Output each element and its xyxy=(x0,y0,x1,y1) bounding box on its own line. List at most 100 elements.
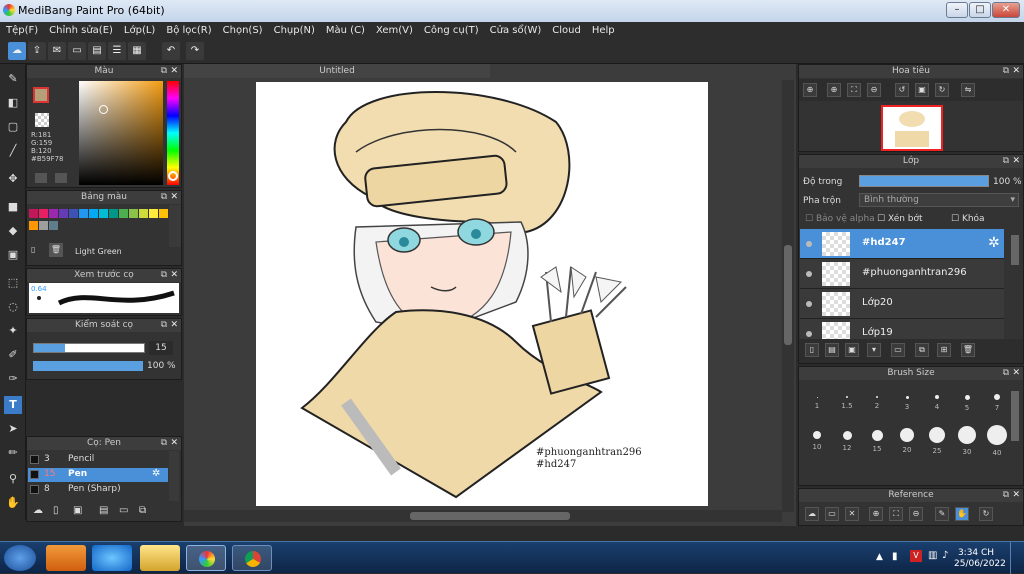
actual-size-icon[interactable]: ▣ xyxy=(915,83,929,97)
brush-size-option[interactable]: 1 xyxy=(805,385,829,410)
transparent-color[interactable] xyxy=(35,113,49,127)
brush-copy-icon[interactable]: ▤ xyxy=(99,505,108,516)
foreground-color[interactable] xyxy=(33,87,49,103)
maximize-button[interactable]: □ xyxy=(969,2,991,18)
lock-checkbox[interactable]: ☐ Khóa xyxy=(951,214,985,224)
eyedropper-icon[interactable]: ⚲ xyxy=(4,470,22,488)
layer-opacity-slider[interactable] xyxy=(859,175,989,187)
brush-size-option[interactable]: 20 xyxy=(895,425,919,454)
hue-slider[interactable] xyxy=(167,81,179,185)
duplicate-layer-icon[interactable]: ⧉ xyxy=(915,343,929,357)
internet-explorer-icon[interactable] xyxy=(92,545,132,571)
reference-dropper-icon[interactable]: ✎ xyxy=(935,507,949,521)
menu-file[interactable]: Tệp(F) xyxy=(0,22,43,36)
new-layer-icon[interactable]: ▯ xyxy=(805,343,819,357)
brush-size-option[interactable]: 25 xyxy=(925,425,949,455)
menu-color[interactable]: Màu (C) xyxy=(320,22,370,36)
brush-settings-icon[interactable]: ✲ xyxy=(152,468,160,479)
visibility-icon[interactable] xyxy=(806,271,812,277)
file-explorer-icon[interactable] xyxy=(140,545,180,571)
palette-new-icon[interactable]: ▯ xyxy=(31,245,35,254)
reference-zoom-out-icon[interactable]: ⊖ xyxy=(909,507,923,521)
protect-alpha-checkbox[interactable]: ☐ Bảo vệ alpha xyxy=(805,214,875,224)
zoom-out-icon[interactable]: ⊖ xyxy=(867,83,881,97)
layer-item[interactable]: Lớp20 xyxy=(800,289,1004,319)
brush-size-scrollbar[interactable] xyxy=(1009,383,1021,483)
horizontal-scrollbar[interactable] xyxy=(184,510,782,522)
menu-tools[interactable]: Công cụ(T) xyxy=(418,22,484,36)
select-rect-icon[interactable]: ⬚ xyxy=(4,274,22,292)
brush-cloud-icon[interactable]: ☁ xyxy=(33,505,43,516)
color-swatch[interactable] xyxy=(39,209,48,218)
dropper-icon[interactable]: ✏ xyxy=(4,444,22,462)
color-swatch[interactable] xyxy=(29,221,38,230)
visibility-icon[interactable] xyxy=(806,331,812,337)
saturation-picker[interactable] xyxy=(79,81,163,185)
reference-fit-icon[interactable]: ⛶ xyxy=(889,507,903,521)
operation-icon[interactable]: ➤ xyxy=(4,420,22,438)
brush-new-icon[interactable]: ▯ xyxy=(53,505,59,516)
minimize-button[interactable]: – xyxy=(946,2,968,18)
undo-icon[interactable]: ↶ xyxy=(162,42,180,60)
close-button[interactable]: ✕ xyxy=(992,2,1020,18)
grid-icon[interactable]: ▦ xyxy=(128,42,146,60)
clipping-checkbox[interactable]: ☐ Xén bớt xyxy=(877,214,923,224)
brush-size-slider[interactable] xyxy=(33,343,145,353)
layer-item[interactable]: #phuonganhtran296 xyxy=(800,259,1004,289)
text-icon[interactable]: T xyxy=(4,396,22,414)
new-halftone-layer-icon[interactable]: ▤ xyxy=(825,343,839,357)
brush-item-pencil[interactable]: 3 Pencil xyxy=(28,453,168,467)
palette-delete-icon[interactable]: 🗑 xyxy=(49,243,63,257)
upload-icon[interactable]: ⇪ xyxy=(28,42,46,60)
color-swatch[interactable] xyxy=(39,221,48,230)
tray-network-icon[interactable]: ▥ xyxy=(928,550,937,561)
reference-cloud-icon[interactable]: ☁ xyxy=(805,507,819,521)
fill-rect-icon[interactable]: ■ xyxy=(4,198,22,216)
bucket-icon[interactable]: ◆ xyxy=(4,222,22,240)
brush-size-option[interactable]: 10 xyxy=(805,425,829,451)
reference-rotate-icon[interactable]: ↻ xyxy=(979,507,993,521)
color-swatch[interactable] xyxy=(49,209,58,218)
palette-scrollbar[interactable] xyxy=(169,205,181,247)
visibility-icon[interactable] xyxy=(806,301,812,307)
color-swatch[interactable] xyxy=(59,209,68,218)
select-eraser-icon[interactable]: ✑ xyxy=(4,370,22,388)
layer-folder-icon[interactable]: ▭ xyxy=(891,343,905,357)
layer-item[interactable]: Lớp19 xyxy=(800,319,1004,339)
menu-filter[interactable]: Bộ lọc(R) xyxy=(160,22,216,36)
menu-layer[interactable]: Lớp(L) xyxy=(118,22,160,36)
zoom-in-icon[interactable]: ⊕ xyxy=(803,83,817,97)
brush-size-value[interactable]: 15 xyxy=(149,341,173,355)
menu-view[interactable]: Xem(V) xyxy=(370,22,418,36)
cloud-icon[interactable]: ☁ xyxy=(8,42,26,60)
color-swatch[interactable] xyxy=(109,209,118,218)
menu-window[interactable]: Cửa sổ(W) xyxy=(484,22,547,36)
chat-icon[interactable]: ▭ xyxy=(68,42,86,60)
media-player-icon[interactable] xyxy=(46,545,86,571)
reference-hand-icon[interactable]: ✋ xyxy=(955,507,969,521)
brush-duplicate-icon[interactable]: ⧉ xyxy=(139,505,146,516)
color-swatch[interactable] xyxy=(29,209,38,218)
blend-mode-select[interactable]: Bình thường ▾ xyxy=(859,193,1019,207)
palette-sub-icon[interactable] xyxy=(55,173,67,183)
brush-size-option[interactable]: 5 xyxy=(955,385,979,412)
redo-icon[interactable]: ↷ xyxy=(186,42,204,60)
vertical-scrollbar[interactable] xyxy=(782,80,794,512)
navigator-thumbnail[interactable] xyxy=(881,105,943,151)
delete-layer-icon[interactable]: 🗑 xyxy=(961,343,975,357)
tray-antivirus-icon[interactable]: V xyxy=(910,550,922,562)
medibang-taskbar-icon[interactable] xyxy=(186,545,226,571)
brush-add-icon[interactable]: ▣ xyxy=(73,505,82,516)
merge-layer-icon[interactable]: ⊞ xyxy=(937,343,951,357)
start-button[interactable] xyxy=(4,545,36,571)
gradient-icon[interactable]: ▣ xyxy=(4,246,22,264)
add-layer-menu-icon[interactable]: ▾ xyxy=(867,343,881,357)
move-icon[interactable]: ✥ xyxy=(4,170,22,188)
zoom-in-alt-icon[interactable]: ⊕ xyxy=(827,83,841,97)
hue-cursor[interactable] xyxy=(168,171,178,181)
menu-help[interactable]: Help xyxy=(586,22,620,36)
color-swatch[interactable] xyxy=(79,209,88,218)
color-swatch[interactable] xyxy=(159,209,168,218)
chrome-taskbar-icon[interactable] xyxy=(232,545,272,571)
brush-size-option[interactable]: 15 xyxy=(865,425,889,453)
